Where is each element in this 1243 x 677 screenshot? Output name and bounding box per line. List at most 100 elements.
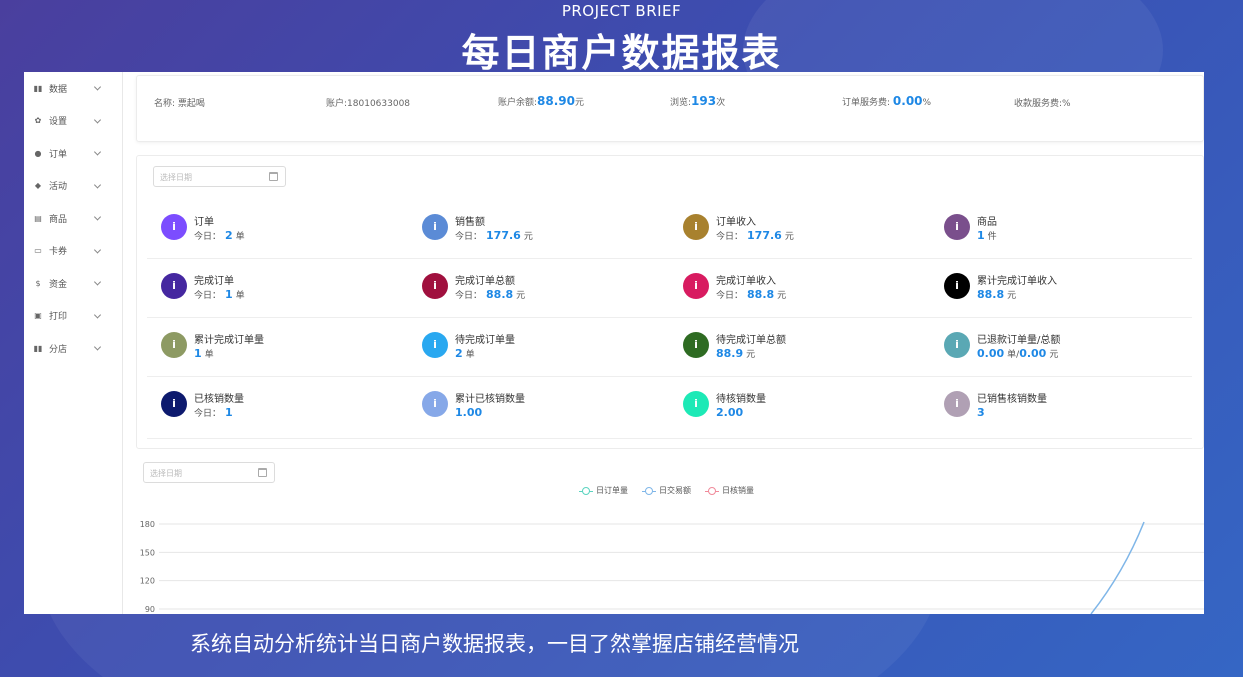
info-icon: i [422,332,448,358]
stat-card: i 完成订单总额 今日： 88.8 元 [422,268,672,308]
sidebar-item[interactable]: ▮▮ 分店 [24,332,122,365]
app-screenshot: ▮▮ 数据 ✿ 设置 ● 订单 ◆ 活动 ▤ 商品 ▭ 卡券 $ 资金 ▣ 打印 ▮▮ 分店 名称: 票起喝 账户… [24,72,1204,614]
chevron-down-icon [93,278,102,286]
stat-title: 待完成订单总额 [716,335,786,346]
y-tick-label: 180 [140,520,155,529]
stat-value: 今日： 1 单 [194,288,245,301]
bar-chart-icon: ▮▮ [33,83,43,93]
info-icon: i [161,214,187,240]
y-tick-label: 120 [140,577,155,586]
chevron-down-icon [93,311,102,319]
divider [147,317,1192,318]
sidebar-item[interactable]: ▣ 打印 [24,300,122,333]
sidebar-item[interactable]: ● 订单 [24,137,122,170]
info-icon: i [161,273,187,299]
page-views: 浏览:193次 [670,94,726,108]
stat-card: i 已销售核销数量 3 [944,386,1194,426]
stat-value: 88.9 元 [716,347,756,360]
sidebar-item[interactable]: ✿ 设置 [24,105,122,138]
chevron-down-icon [93,116,102,124]
sidebar-item[interactable]: $ 资金 [24,267,122,300]
stat-value: 2.00 [716,406,744,419]
stat-title: 商品 [977,217,997,228]
stat-title: 完成订单总额 [455,276,515,287]
sidebar-item-label: 打印 [49,312,68,323]
printer-icon: ▣ [34,311,42,321]
chevron-down-icon [93,83,102,91]
sidebar-item[interactable]: ▤ 商品 [24,202,122,235]
stat-card: i 完成订单收入 今日： 88.8 元 [683,268,933,308]
info-icon: i [422,214,448,240]
stat-title: 累计完成订单收入 [977,276,1057,287]
stat-card: i 已核销数量 今日： 1 [161,386,411,426]
banner-subtitle: PROJECT BRIEF [561,2,682,20]
stat-title: 已销售核销数量 [977,394,1047,405]
stat-value: 1单 [194,347,214,360]
stat-value: 今日： 177.6 元 [455,229,533,242]
info-icon: i [944,214,970,240]
banner-title: 每日商户数据报表 [461,31,782,75]
stat-value: 今日： 1 [194,406,233,419]
stats-date-picker[interactable]: 选择日期 [153,166,286,187]
sidebar-item-label: 资金 [49,279,68,290]
stat-value: 今日： 2 单 [194,229,245,242]
stat-title: 累计已核销数量 [455,394,525,405]
chevron-down-icon [93,343,102,351]
chevron-down-icon [93,181,102,189]
stat-card: i 待完成订单总额 88.9 元 [683,327,933,367]
stat-title: 订单收入 [716,217,756,228]
sidebar-item[interactable]: ◆ 活动 [24,170,122,203]
stat-value: 今日： 88.8 元 [455,288,526,301]
stat-title: 完成订单收入 [716,276,776,287]
stat-value: 1件 [977,229,997,242]
account-name: 名称: 票起喝 [154,99,205,109]
stat-value: 3 [977,406,985,419]
stat-value: 88.8 元 [977,288,1017,301]
chevron-down-icon [93,246,102,254]
card-icon: ▭ [34,246,42,256]
stat-value: 1.00 [455,406,483,419]
account-panel: 名称: 票起喝 账户:18010633008 账户余额:88.90元 浏览:19… [136,75,1204,142]
stat-value: 今日： 177.6 元 [716,229,794,242]
sidebar-item-label: 活动 [49,182,68,193]
divider [147,258,1192,259]
goods-icon: ▤ [34,213,42,223]
sidebar-item-label: 卡券 [49,247,68,258]
stats-panel: 选择日期 i 订单 今日： 2 单 i 销售额 今日： 177.6 元 i 订单收入 今日： 177.6 元… [136,155,1204,449]
account-balance: 账户余额:88.90元 [498,94,585,108]
y-tick-label: 90 [145,605,155,614]
sidebar-item[interactable]: ▮▮ 数据 [24,72,122,105]
info-icon: i [944,332,970,358]
order-service-fee: 订单服务费: 0.00% [842,94,932,108]
stat-card: i 累计已核销数量 1.00 [422,386,672,426]
sidebar-item-label: 数据 [49,84,68,95]
stat-card: i 订单收入 今日： 177.6 元 [683,209,933,249]
info-icon: i [161,332,187,358]
stat-value: 2单 [455,347,475,360]
stat-card: i 销售额 今日： 177.6 元 [422,209,672,249]
trend-chart: 选择日期 日订单量 日交易额 日核销量 180 150 120 90 [129,452,1204,614]
info-icon: i [944,391,970,417]
stat-title: 订单 [194,217,214,228]
sidebar-item[interactable]: ▭ 卡券 [24,235,122,268]
chevron-down-icon [93,213,102,221]
sidebar: ▮▮ 数据 ✿ 设置 ● 订单 ◆ 活动 ▤ 商品 ▭ 卡券 $ 资金 ▣ 打印 ▮▮ 分店 [24,72,123,614]
stat-card: i 待核销数量 2.00 [683,386,933,426]
stat-card: i 待完成订单量 2 单 [422,327,672,367]
chart-plot: 180 150 120 90 [140,520,1204,614]
info-icon: i [683,273,709,299]
date-placeholder: 选择日期 [160,173,192,182]
info-icon: i [683,332,709,358]
collect-service-fee: 收款服务费:% [1014,99,1071,109]
sidebar-item-label: 分店 [49,344,68,355]
dollar-icon: $ [35,278,41,288]
tag-icon: ◆ [34,181,42,191]
divider [147,438,1192,439]
stat-card: i 已退款订单量/总额 0.00 单/0.00 元 [944,327,1194,367]
stat-value: 0.00 单/0.00 元 [977,347,1059,360]
bar-chart-icon: ▮▮ [33,343,43,353]
y-tick-label: 150 [140,548,155,557]
sidebar-item-label: 订单 [49,149,68,160]
divider [147,376,1192,377]
info-icon: i [161,391,187,417]
